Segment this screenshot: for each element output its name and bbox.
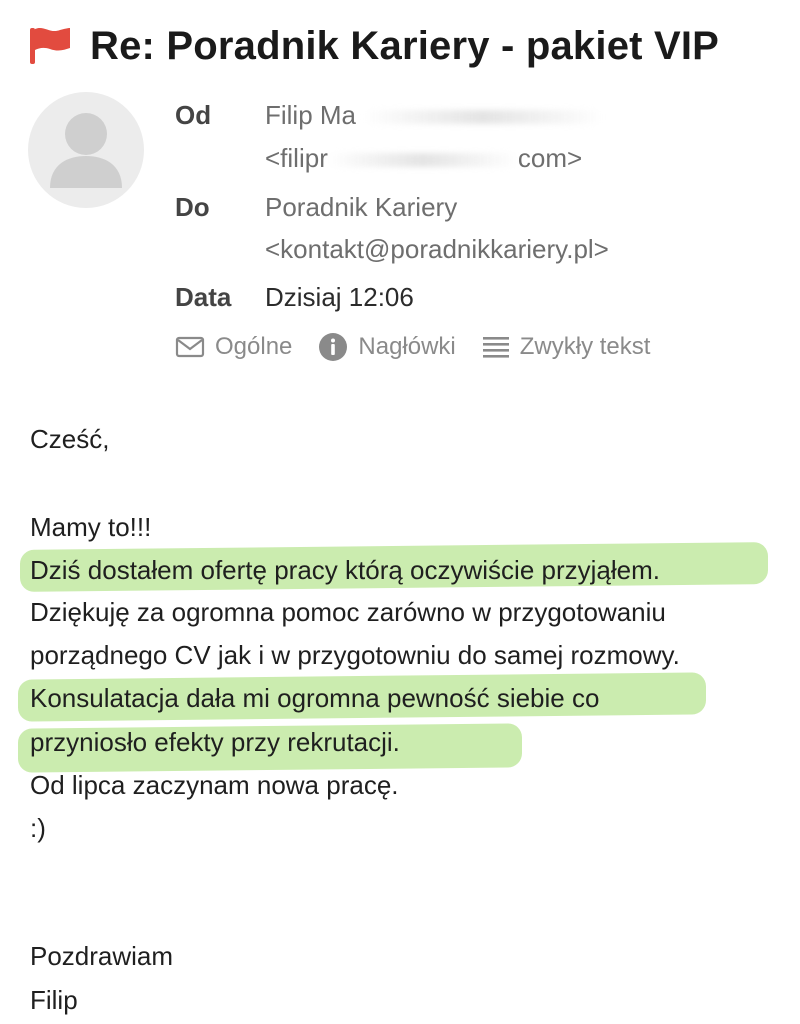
email-subject: Re: Poradnik Kariery - pakiet VIP — [90, 23, 720, 68]
body-line: porządnego CV jak i w przygotowniu do sa… — [30, 640, 680, 670]
info-icon — [319, 333, 348, 361]
body-line-highlighted: przyniosło efekty przy rekrutacji. — [30, 727, 400, 757]
tab-plain-text[interactable]: Zwykły tekst — [482, 333, 651, 361]
from-email-start: <filipr — [265, 143, 328, 173]
tab-headers-label: Nagłówki — [358, 333, 456, 360]
body-line: Dziękuję za ogromna pomoc zarówno w przy… — [30, 597, 666, 627]
body-signature: Filip — [30, 985, 78, 1015]
person-icon — [50, 113, 122, 188]
from-label: Od — [175, 100, 212, 130]
date-value: Dzisiaj 12:06 — [265, 282, 414, 312]
to-name[interactable]: Poradnik Kariery — [265, 192, 457, 223]
from-name[interactable]: Filip Ma — [265, 100, 604, 131]
from-email-end: com> — [517, 143, 583, 173]
body-greeting: Cześć, — [30, 424, 110, 454]
flag-icon[interactable] — [26, 22, 74, 70]
view-tabs: Ogólne Nagłówki Zwykły tekst — [175, 332, 676, 362]
to-label: Do — [175, 192, 210, 222]
tab-general[interactable]: Ogólne — [175, 333, 292, 361]
avatar — [28, 92, 144, 208]
redacted-email — [327, 153, 518, 168]
body-line-highlighted: Konsulatacja dała mi ogromna pewność sie… — [30, 683, 600, 713]
redacted-name — [363, 110, 604, 125]
body-line-highlighted: Dziś dostałem ofertę pracy którą oczywiś… — [30, 555, 660, 585]
body-signoff: Pozdrawiam — [30, 941, 174, 971]
tab-headers[interactable]: Nagłówki — [318, 332, 456, 362]
to-email[interactable]: <kontakt@poradnikkariery.pl> — [265, 234, 609, 265]
email-view: Re: Poradnik Kariery - pakiet VIP Od Fil… — [0, 0, 800, 1024]
envelope-icon — [175, 336, 205, 358]
from-email[interactable]: <filipr com> — [265, 143, 582, 174]
body-line: Od lipca zaczynam nowa pracę. — [30, 770, 399, 800]
tab-general-label: Ogólne — [215, 333, 293, 360]
tab-plain-text-label: Zwykły tekst — [519, 333, 651, 360]
date-label: Data — [175, 282, 232, 312]
lines-icon — [482, 337, 509, 358]
body-line: Mamy to!!! — [30, 512, 152, 542]
body-emoticon: :) — [30, 813, 46, 843]
subject-row: Re: Poradnik Kariery - pakiet VIP — [26, 22, 719, 70]
from-name-text: Filip Ma — [265, 100, 357, 130]
